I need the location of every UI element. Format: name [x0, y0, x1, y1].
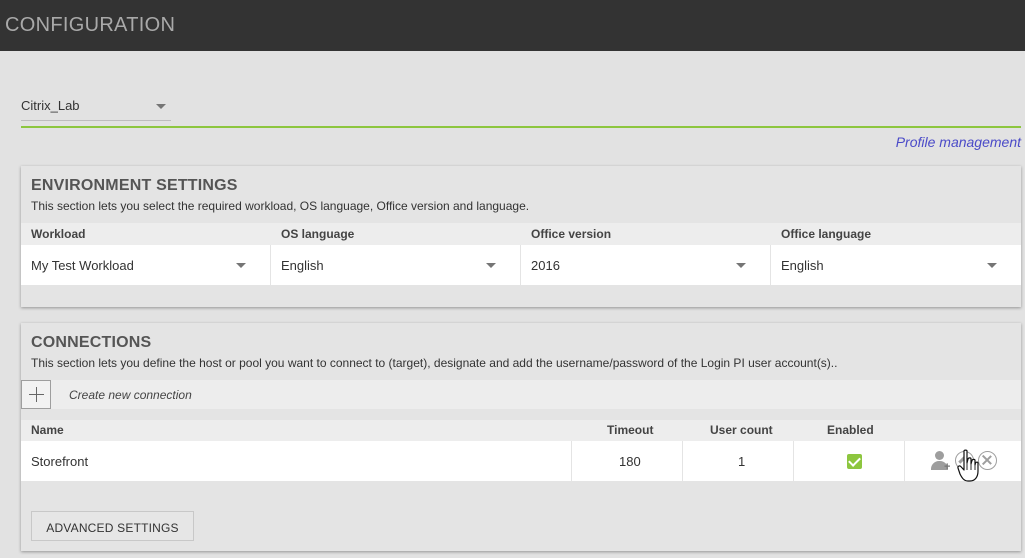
- chevron-down-icon: [736, 263, 746, 268]
- advanced-settings-label: ADVANCED SETTINGS: [46, 521, 179, 535]
- office-version-label: Office version: [531, 227, 612, 241]
- profile-dropdown-value: Citrix_Lab: [21, 98, 80, 113]
- environment-header-row: Workload OS language Office version Offi…: [21, 223, 1021, 245]
- profile-management-link[interactable]: Profile management: [896, 134, 1021, 150]
- connections-description: This section lets you define the host or…: [31, 356, 838, 370]
- environment-settings-title: ENVIRONMENT SETTINGS: [31, 177, 238, 194]
- connection-user-count-cell: 1: [683, 441, 794, 481]
- enabled-checkbox[interactable]: [847, 454, 862, 469]
- office-language-dropdown[interactable]: English: [771, 245, 1021, 285]
- divider: [21, 126, 1021, 128]
- environment-settings-panel: ENVIRONMENT SETTINGS This section lets y…: [21, 166, 1021, 307]
- connection-name: Storefront: [31, 454, 89, 469]
- environment-settings-description: This section lets you select the require…: [31, 199, 530, 213]
- edit-icon[interactable]: [955, 451, 974, 470]
- top-bar: CONFIGURATION: [0, 0, 1025, 51]
- workload-label: Workload: [31, 227, 86, 241]
- environment-values-row: My Test Workload English 2016 English: [21, 245, 1021, 285]
- office-language-label: Office language: [781, 227, 872, 241]
- chevron-down-icon: [987, 263, 997, 268]
- chevron-down-icon: [236, 263, 246, 268]
- create-connection-link[interactable]: Create new connection: [69, 388, 192, 402]
- chevron-down-icon: [486, 263, 496, 268]
- os-language-label: OS language: [281, 227, 355, 241]
- connections-title: CONNECTIONS: [31, 334, 152, 351]
- connection-enabled-cell: [794, 441, 905, 481]
- connection-timeout: 180: [619, 454, 641, 469]
- office-language-value: English: [781, 258, 824, 273]
- os-language-dropdown[interactable]: English: [271, 245, 521, 285]
- row-actions-cell: +: [905, 441, 1021, 481]
- profile-dropdown[interactable]: Citrix_Lab: [21, 90, 171, 121]
- add-user-icon[interactable]: +: [930, 450, 952, 473]
- column-header-enabled: Enabled: [827, 423, 874, 437]
- table-row[interactable]: Storefront 180 1 +: [21, 441, 1021, 481]
- page-title: CONFIGURATION: [5, 14, 176, 36]
- workload-dropdown[interactable]: My Test Workload: [21, 245, 271, 285]
- connections-table-header: Name Timeout User count Enabled: [21, 420, 1021, 441]
- office-version-dropdown[interactable]: 2016: [521, 245, 771, 285]
- advanced-settings-button[interactable]: ADVANCED SETTINGS: [31, 511, 194, 541]
- connections-panel: CONNECTIONS This section lets you define…: [21, 323, 1021, 551]
- close-icon[interactable]: [978, 451, 997, 470]
- office-version-value: 2016: [531, 258, 560, 273]
- create-connection-bar: Create new connection: [21, 380, 1021, 409]
- chevron-down-icon: [156, 104, 166, 109]
- os-language-value: English: [281, 258, 324, 273]
- column-header-name: Name: [31, 423, 64, 437]
- connection-user-count: 1: [738, 454, 746, 469]
- plus-icon[interactable]: [21, 380, 51, 409]
- column-header-timeout: Timeout: [607, 423, 654, 437]
- workload-value: My Test Workload: [31, 258, 134, 273]
- column-header-user-count: User count: [710, 423, 773, 437]
- connection-timeout-cell: 180: [572, 441, 683, 481]
- connection-name-cell: Storefront: [21, 441, 572, 481]
